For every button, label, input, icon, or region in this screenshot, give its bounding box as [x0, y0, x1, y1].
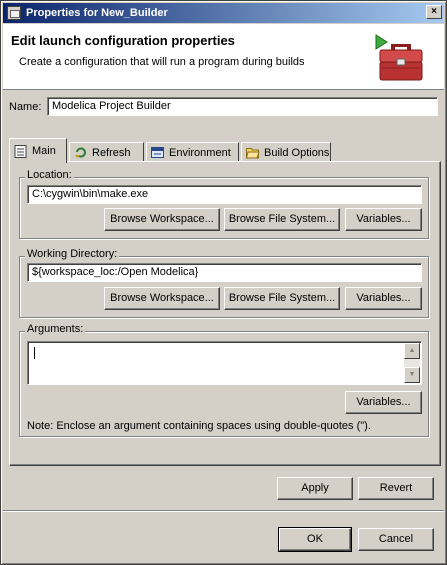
toolbox-run-icon: [375, 34, 423, 81]
tab-environment-label: Environment: [169, 146, 231, 159]
tab-refresh[interactable]: Refresh: [69, 142, 144, 162]
properties-dialog: Properties for New_Builder × Edit launch…: [0, 0, 447, 565]
arguments-note: Note: Enclose an argument containing spa…: [27, 420, 371, 432]
dialog-header: Edit launch configuration properties Cre…: [3, 24, 444, 90]
tab-build-options-label: Build Options: [264, 146, 330, 159]
refresh-icon: [74, 146, 88, 159]
arguments-legend: Arguments:: [25, 323, 86, 335]
title-bar[interactable]: Properties for New_Builder ×: [3, 3, 444, 23]
location-variables-button[interactable]: Variables...: [345, 208, 422, 231]
apply-button[interactable]: Apply: [277, 477, 353, 500]
header-description: Create a configuration that will run a p…: [19, 56, 305, 68]
arguments-textarea[interactable]: ▲ ▼: [27, 341, 422, 385]
tab-refresh-label: Refresh: [92, 146, 131, 159]
bottom-separator: [3, 510, 444, 512]
wd-browse-workspace-button[interactable]: Browse Workspace...: [104, 287, 220, 310]
header-title: Edit launch configuration properties: [11, 33, 235, 48]
working-directory-legend: Working Directory:: [25, 248, 120, 260]
name-input[interactable]: Modelica Project Builder: [47, 97, 438, 116]
wd-browse-file-system-button[interactable]: Browse File System...: [224, 287, 340, 310]
name-label: Name:: [9, 101, 42, 113]
close-button[interactable]: ×: [426, 5, 442, 19]
tab-bar: Main Refresh Environment Build Options: [9, 138, 439, 163]
ok-button[interactable]: OK: [278, 527, 352, 552]
location-browse-workspace-button[interactable]: Browse Workspace...: [104, 208, 220, 231]
tab-environment[interactable]: Environment: [146, 142, 239, 162]
window-title: Properties for New_Builder: [26, 7, 168, 19]
scroll-up-icon[interactable]: ▲: [404, 343, 420, 359]
environment-icon: [151, 146, 165, 159]
tab-main-label: Main: [32, 145, 56, 157]
cancel-button[interactable]: Cancel: [358, 528, 434, 551]
arguments-scrollbar[interactable]: ▲ ▼: [404, 343, 420, 383]
working-directory-input[interactable]: ${workspace_loc:/Open Modelica}: [27, 263, 422, 282]
scroll-down-icon[interactable]: ▼: [404, 367, 420, 383]
location-input[interactable]: C:\cygwin\bin\make.exe: [27, 185, 422, 204]
wd-variables-button[interactable]: Variables...: [345, 287, 422, 310]
window-icon: [7, 6, 21, 20]
location-legend: Location:: [25, 169, 74, 181]
tab-build-options[interactable]: Build Options: [241, 142, 331, 162]
tab-main[interactable]: Main: [9, 138, 67, 163]
location-browse-file-system-button[interactable]: Browse File System...: [224, 208, 340, 231]
text-caret: [34, 347, 35, 359]
main-page-icon: [14, 144, 28, 158]
folder-open-icon: [245, 146, 260, 159]
arguments-variables-button[interactable]: Variables...: [345, 391, 422, 414]
revert-button[interactable]: Revert: [358, 477, 434, 500]
